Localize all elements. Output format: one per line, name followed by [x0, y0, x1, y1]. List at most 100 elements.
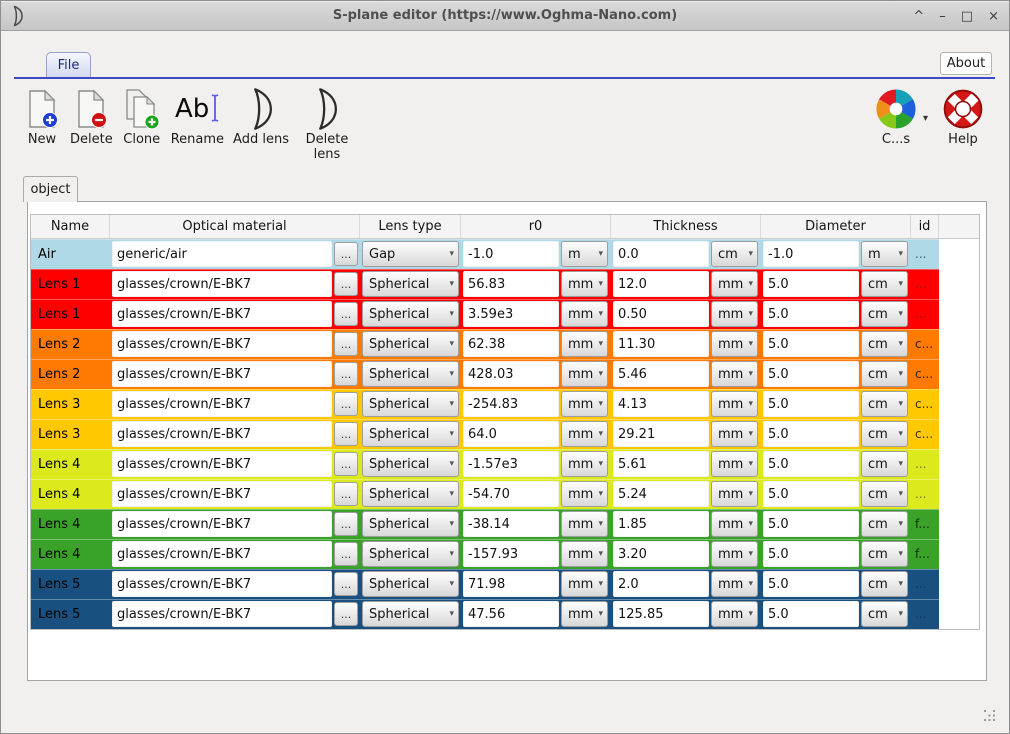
help-button[interactable]: Help: [940, 85, 986, 148]
thickness-unit-select[interactable]: mm ▾: [711, 331, 758, 357]
thickness-unit-select[interactable]: mm ▾: [711, 391, 758, 417]
r0-unit-select[interactable]: mm ▾: [561, 271, 608, 297]
lens-type-select[interactable]: Spherical ▾: [362, 601, 459, 627]
thickness-unit-select[interactable]: mm ▾: [711, 571, 758, 597]
rollup-button[interactable]: ^: [913, 10, 924, 23]
diameter-input[interactable]: [763, 481, 859, 507]
add-lens-button[interactable]: Add lens: [233, 85, 289, 148]
material-browse-button[interactable]: ...: [334, 512, 358, 536]
diameter-unit-select[interactable]: cm ▾: [861, 331, 908, 357]
r0-input[interactable]: [463, 391, 559, 417]
material-input[interactable]: [112, 481, 332, 507]
resize-grip[interactable]: [984, 710, 996, 722]
lens-type-select[interactable]: Spherical ▾: [362, 451, 459, 477]
thickness-unit-select[interactable]: mm ▾: [711, 301, 758, 327]
thickness-input[interactable]: [613, 541, 709, 567]
thickness-unit-select[interactable]: cm ▾: [711, 241, 758, 267]
diameter-input[interactable]: [763, 271, 859, 297]
minimize-button[interactable]: –: [939, 10, 946, 23]
r0-unit-select[interactable]: mm ▾: [561, 451, 608, 477]
material-input[interactable]: [112, 511, 332, 537]
material-browse-button[interactable]: ...: [334, 242, 358, 266]
material-input[interactable]: [112, 391, 332, 417]
diameter-unit-select[interactable]: cm ▾: [861, 601, 908, 627]
id-cell[interactable]: ...: [911, 299, 939, 329]
diameter-unit-select[interactable]: cm ▾: [861, 361, 908, 387]
close-button[interactable]: ×: [988, 10, 999, 23]
thickness-unit-select[interactable]: mm ▾: [711, 541, 758, 567]
id-cell[interactable]: c...: [911, 329, 939, 359]
thickness-input[interactable]: [613, 511, 709, 537]
r0-input[interactable]: [463, 601, 559, 627]
r0-input[interactable]: [463, 511, 559, 537]
thickness-unit-select[interactable]: mm ▾: [711, 451, 758, 477]
thickness-input[interactable]: [613, 361, 709, 387]
r0-unit-select[interactable]: m ▾: [561, 241, 608, 267]
material-input[interactable]: [112, 361, 332, 387]
r0-unit-select[interactable]: mm ▾: [561, 301, 608, 327]
thickness-input[interactable]: [613, 571, 709, 597]
thickness-input[interactable]: [613, 301, 709, 327]
r0-input[interactable]: [463, 361, 559, 387]
diameter-input[interactable]: [763, 601, 859, 627]
id-cell[interactable]: f...: [911, 509, 939, 539]
thickness-unit-select[interactable]: mm ▾: [711, 481, 758, 507]
diameter-input[interactable]: [763, 331, 859, 357]
name-cell[interactable]: Lens 4: [31, 539, 110, 569]
lens-type-select[interactable]: Spherical ▾: [362, 331, 459, 357]
lens-type-select[interactable]: Spherical ▾: [362, 481, 459, 507]
id-cell[interactable]: c...: [911, 359, 939, 389]
material-browse-button[interactable]: ...: [334, 482, 358, 506]
thickness-input[interactable]: [613, 391, 709, 417]
header-lens-type[interactable]: Lens type: [360, 215, 461, 238]
material-input[interactable]: [112, 271, 332, 297]
name-cell[interactable]: Lens 3: [31, 389, 110, 419]
thickness-unit-select[interactable]: mm ▾: [711, 511, 758, 537]
r0-unit-select[interactable]: mm ▾: [561, 481, 608, 507]
name-cell[interactable]: Lens 4: [31, 509, 110, 539]
material-input[interactable]: [112, 451, 332, 477]
diameter-input[interactable]: [763, 391, 859, 417]
lens-type-select[interactable]: Spherical ▾: [362, 361, 459, 387]
thickness-input[interactable]: [613, 601, 709, 627]
thickness-unit-select[interactable]: mm ▾: [711, 421, 758, 447]
material-browse-button[interactable]: ...: [334, 392, 358, 416]
diameter-input[interactable]: [763, 541, 859, 567]
id-cell[interactable]: ...: [911, 479, 939, 509]
header-thickness[interactable]: Thickness: [611, 215, 761, 238]
material-input[interactable]: [112, 541, 332, 567]
r0-unit-select[interactable]: mm ▾: [561, 541, 608, 567]
header-r0[interactable]: r0: [461, 215, 611, 238]
id-cell[interactable]: ...: [911, 599, 939, 629]
name-cell[interactable]: Lens 5: [31, 569, 110, 599]
r0-input[interactable]: [463, 301, 559, 327]
material-input[interactable]: [112, 331, 332, 357]
diameter-unit-select[interactable]: m ▾: [861, 241, 908, 267]
material-input[interactable]: [112, 601, 332, 627]
material-browse-button[interactable]: ...: [334, 602, 358, 626]
r0-unit-select[interactable]: mm ▾: [561, 571, 608, 597]
r0-input[interactable]: [463, 571, 559, 597]
thickness-input[interactable]: [613, 421, 709, 447]
r0-input[interactable]: [463, 481, 559, 507]
material-input[interactable]: [112, 301, 332, 327]
lens-type-select[interactable]: Spherical ▾: [362, 391, 459, 417]
id-cell[interactable]: ...: [911, 569, 939, 599]
delete-button[interactable]: Delete: [70, 85, 113, 148]
diameter-input[interactable]: [763, 361, 859, 387]
lens-type-select[interactable]: Spherical ▾: [362, 301, 459, 327]
r0-input[interactable]: [463, 241, 559, 267]
name-cell[interactable]: Lens 1: [31, 299, 110, 329]
r0-unit-select[interactable]: mm ▾: [561, 391, 608, 417]
thickness-unit-select[interactable]: mm ▾: [711, 361, 758, 387]
id-cell[interactable]: c...: [911, 419, 939, 449]
material-browse-button[interactable]: ...: [334, 422, 358, 446]
material-browse-button[interactable]: ...: [334, 302, 358, 326]
thickness-input[interactable]: [613, 481, 709, 507]
thickness-unit-select[interactable]: mm ▾: [711, 601, 758, 627]
colors-button[interactable]: ▾ C...s: [873, 85, 919, 148]
header-id[interactable]: id: [911, 215, 939, 238]
material-browse-button[interactable]: ...: [334, 362, 358, 386]
diameter-unit-select[interactable]: cm ▾: [861, 481, 908, 507]
name-cell[interactable]: Lens 1: [31, 269, 110, 299]
